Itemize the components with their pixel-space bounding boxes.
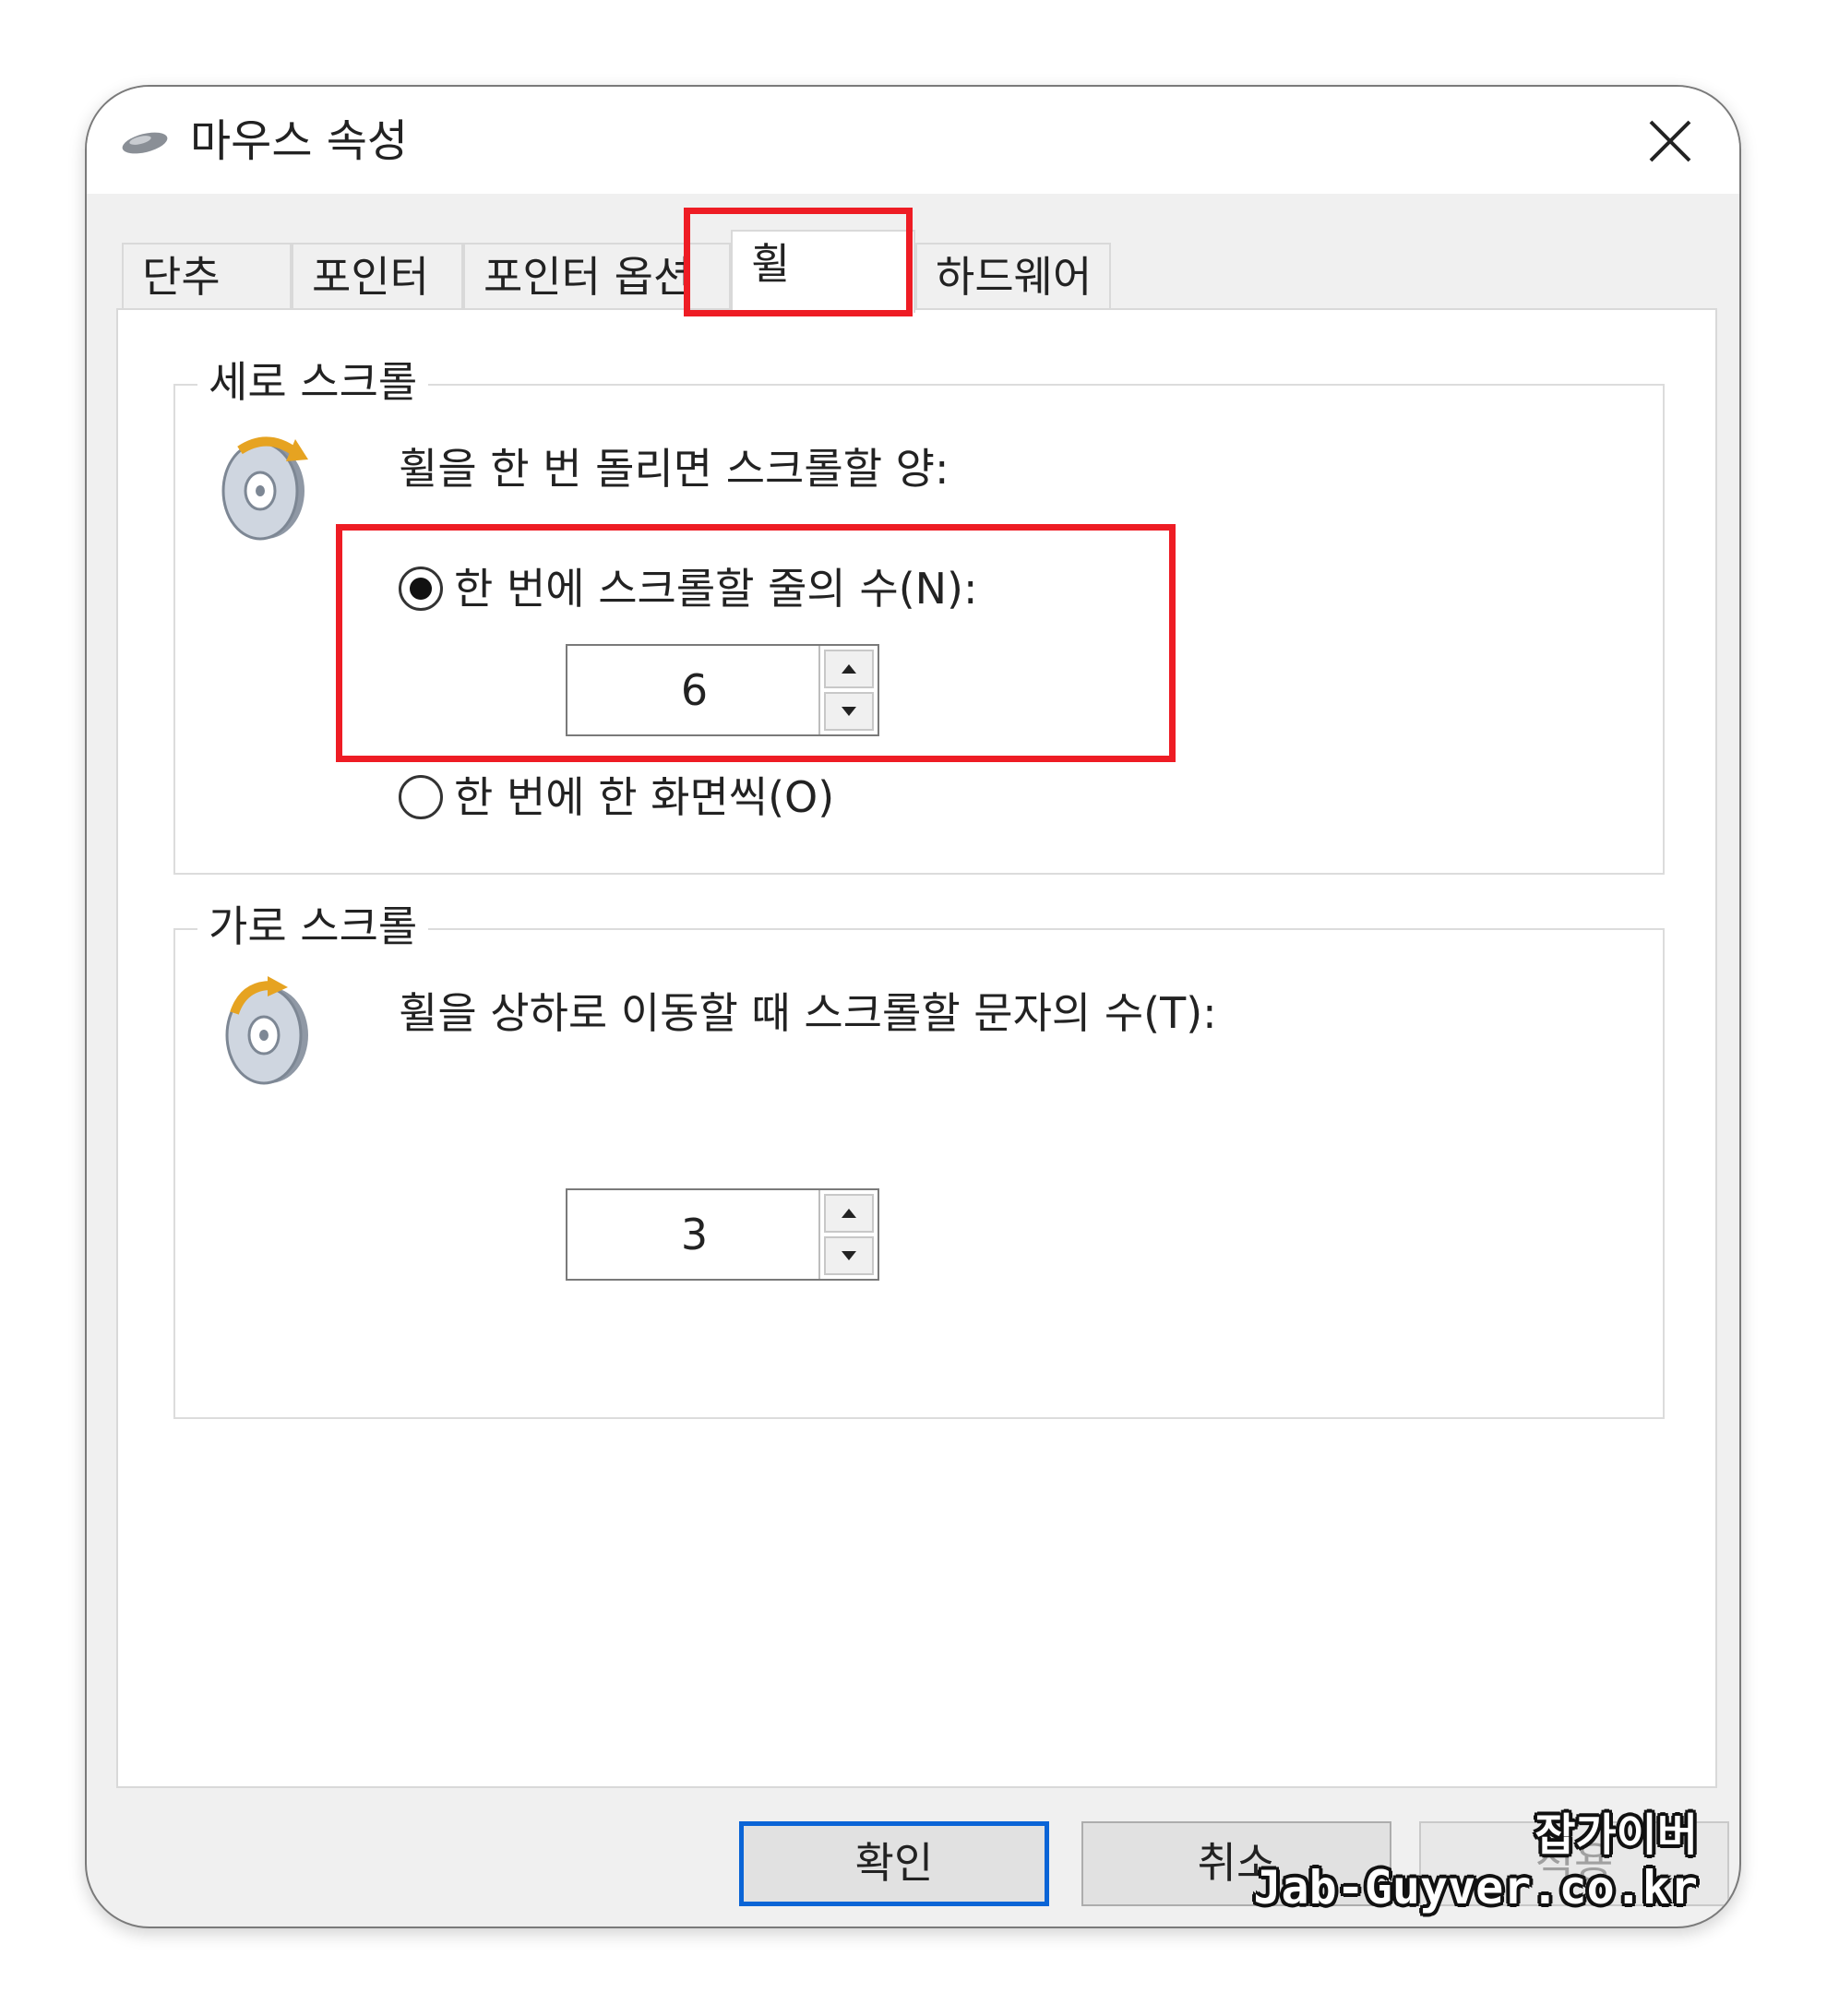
arrow-up-icon [842, 1209, 856, 1218]
tab-label: 하드웨어 [936, 252, 1093, 302]
vertical-scroll-prompt: 휠을 한 번 돌리면 스크롤할 양: [399, 444, 949, 494]
spinbox-value[interactable]: 3 [567, 1190, 821, 1279]
watermark-line2: Jab-Guyver.co.kr [1253, 1861, 1698, 1915]
watermark: 잡가이버 Jab-Guyver.co.kr [1253, 1809, 1698, 1915]
arrow-down-icon [842, 707, 856, 716]
lines-spinbox[interactable]: 6 [566, 644, 879, 736]
tab-label: 휠 [751, 239, 791, 289]
close-button[interactable] [1629, 101, 1712, 181]
horizontal-scroll-group: 가로 스크롤 휠을 상하로 이동할 때 스크롤할 문자의 수(T): 3 [173, 893, 1665, 1419]
horizontal-wheel-icon [225, 976, 308, 1085]
close-icon [1649, 120, 1691, 162]
tab-buttons[interactable]: 단추 [122, 243, 292, 311]
tab-label: 포인터 [312, 252, 429, 302]
group-title: 가로 스크롤 [197, 893, 429, 960]
arrow-up-icon [842, 664, 856, 674]
spinbox-value[interactable]: 6 [567, 646, 821, 734]
ok-button[interactable]: 확인 [739, 1821, 1049, 1906]
wheel-tab-panel: 세로 스크롤 휠을 한 번 돌리면 스크롤할 양: 한 번에 스크롤할 줄의 수… [116, 308, 1717, 1788]
arrow-down-icon [842, 1251, 856, 1260]
radio-button[interactable] [399, 567, 443, 611]
tab-pointer-options[interactable]: 포인터 옵션 [463, 243, 731, 311]
window-title: 마우스 속성 [190, 115, 409, 167]
spinbox-buttons [818, 646, 878, 734]
radio-button[interactable] [399, 775, 443, 819]
horizontal-scroll-prompt: 휠을 상하로 이동할 때 스크롤할 문자의 수(T): [399, 988, 1217, 1038]
chars-spinbox[interactable]: 3 [566, 1188, 879, 1281]
mouse-properties-dialog: 마우스 속성 단추 포인터 포인터 옵션 휠 하드웨어 세로 스크롤 휠을 한 … [85, 85, 1741, 1928]
radio-label: 한 번에 한 화면씩(O) [454, 772, 835, 822]
watermark-line1: 잡가이버 [1534, 1809, 1698, 1861]
spin-up-button[interactable] [824, 1194, 874, 1233]
tab-label: 포인터 옵션 [484, 252, 693, 302]
radio-one-screen[interactable]: 한 번에 한 화면씩(O) [399, 769, 834, 825]
radio-label: 한 번에 스크롤할 줄의 수(N): [454, 564, 978, 614]
tab-hardware[interactable]: 하드웨어 [915, 243, 1111, 311]
spinbox-buttons [818, 1190, 878, 1279]
tab-wheel[interactable]: 휠 [731, 230, 915, 313]
tab-pointers[interactable]: 포인터 [292, 243, 463, 311]
spin-up-button[interactable] [824, 650, 874, 688]
tab-label: 단추 [142, 252, 221, 302]
title-bar: 마우스 속성 [87, 87, 1739, 194]
vertical-scroll-group: 세로 스크롤 휠을 한 번 돌리면 스크롤할 양: 한 번에 스크롤할 줄의 수… [173, 349, 1665, 875]
radio-lines-at-a-time[interactable]: 한 번에 스크롤할 줄의 수(N): [399, 561, 978, 616]
group-title: 세로 스크롤 [197, 349, 429, 415]
spin-down-button[interactable] [824, 1236, 874, 1275]
vertical-wheel-icon [221, 436, 308, 541]
tab-strip: 단추 포인터 포인터 옵션 휠 하드웨어 [122, 230, 1414, 313]
spin-down-button[interactable] [824, 692, 874, 731]
radio-selected-dot [410, 578, 432, 600]
mouse-icon [122, 132, 168, 154]
